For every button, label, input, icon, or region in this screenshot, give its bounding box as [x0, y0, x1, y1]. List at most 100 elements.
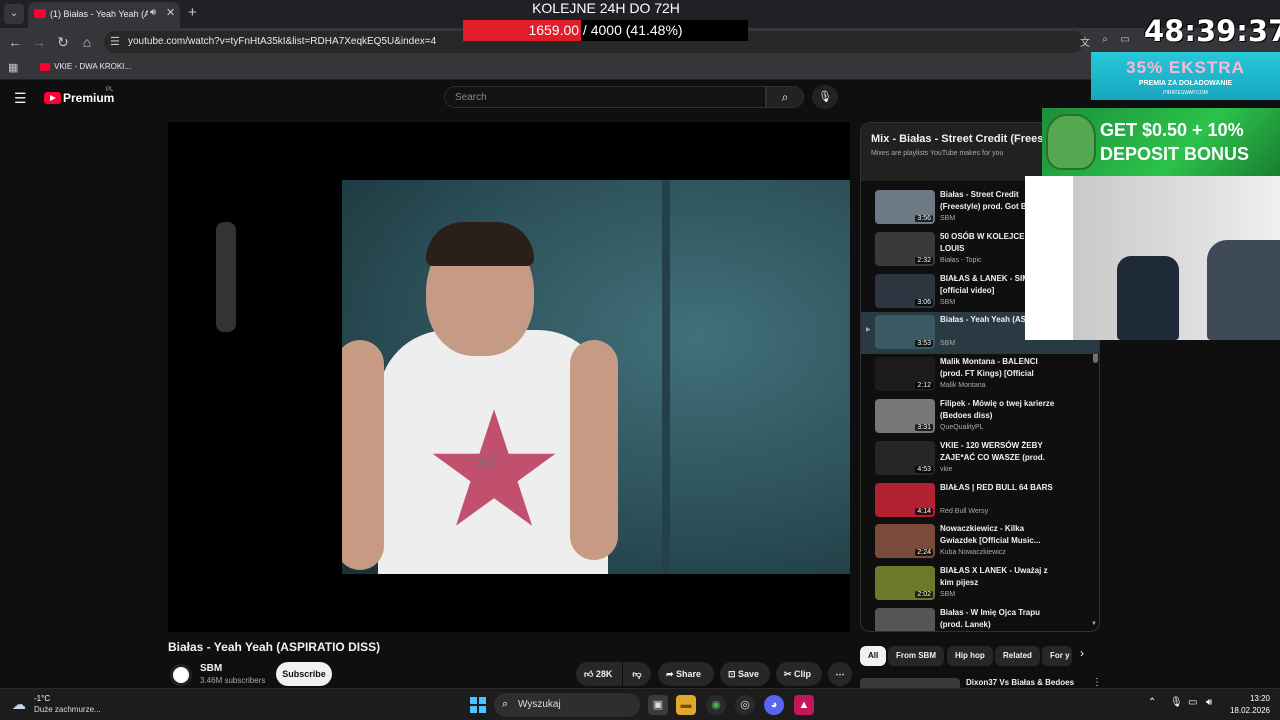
browser-tab-active[interactable]: (1) Białas - Yeah Yeah (ASPIR 🔊︎ ✕: [28, 2, 180, 28]
apps-grid-icon[interactable]: ▦: [8, 61, 18, 74]
playlist-item-thumbnail[interactable]: 2:24: [875, 524, 935, 559]
close-icon[interactable]: ✕: [166, 6, 175, 19]
tab-search-button[interactable]: ⌄: [4, 4, 24, 24]
subathon-title: KOLEJNE 24H DO 72H: [532, 0, 680, 16]
playlist-item[interactable]: 2:24 Nowaczkiewicz - Kilka Gwiazdek [Offi…: [861, 521, 1099, 563]
playlist-item-title[interactable]: BIAŁAS X LANEK - Uważaj z kim pijesz: [940, 565, 1058, 589]
shirt-logo: ST: [477, 455, 498, 472]
playlist-item-channel: Malik Montana: [940, 382, 986, 390]
menu-icon[interactable]: ☰: [14, 90, 27, 107]
taskbar-search-label: Wyszukaj: [518, 699, 561, 710]
playlist-item-title[interactable]: BIAŁAS | RED BULL 64 BARS: [940, 482, 1058, 494]
channel-avatar[interactable]: [170, 664, 192, 686]
chip-hip-hop[interactable]: Hip hop: [947, 646, 993, 666]
search-input[interactable]: Search: [444, 86, 766, 108]
youtube-logo-icon[interactable]: [44, 92, 61, 104]
playlist-item-title[interactable]: Malik Montana - BALENCI (prod. FT Kings)…: [940, 356, 1058, 380]
playlist-item-thumbnail[interactable]: 3:06: [875, 273, 935, 308]
weather-temperature[interactable]: -1°C: [34, 694, 50, 703]
video-duration: 4:53: [915, 465, 933, 473]
network-icon[interactable]: ▭: [1188, 697, 1197, 708]
subathon-progress-bar: 1659.00 / 4000 (41.48%): [463, 20, 748, 41]
microphone-icon[interactable]: 🎙︎: [1170, 697, 1183, 708]
playlist-item-title[interactable]: Filipek - Mówię o twej karierze (Bedoes …: [940, 398, 1058, 422]
search-button[interactable]: ⌕: [766, 86, 804, 108]
playlist-item-thumbnail[interactable]: 4:53: [875, 440, 935, 475]
chip-from-sbm[interactable]: From SBM: [888, 646, 944, 666]
bookmark-item[interactable]: VKIE - DWA KROKI...: [54, 62, 131, 71]
windows-start-icon[interactable]: [470, 697, 486, 713]
playlist-item-channel: SBM: [940, 215, 956, 222]
playlist-item-thumbnail[interactable]: 2:32: [875, 231, 935, 266]
playlist-item[interactable]: 2:12 Malik Montana - BALENCI (prod. FT Ki…: [861, 354, 1099, 396]
chip-all[interactable]: All: [860, 646, 887, 666]
playlist-item-channel: vkie: [940, 465, 953, 473]
cloud-icon[interactable]: ☁: [12, 696, 26, 713]
recommended-video-title[interactable]: Dixon37 Vs Białas & Bedoes: [966, 678, 1074, 687]
speaker-icon[interactable]: 🔊︎: [150, 7, 156, 18]
reload-icon[interactable]: ↻: [54, 34, 72, 51]
subscribe-button[interactable]: Subscribe: [276, 662, 332, 686]
cast-icon[interactable]: ▭: [1116, 34, 1134, 45]
site-settings-icon[interactable]: ☰: [110, 35, 120, 48]
more-vertical-icon[interactable]: ⋮: [1092, 677, 1102, 688]
volume-icon[interactable]: 🔊︎: [1206, 697, 1212, 708]
logo-country-code: PL: [106, 87, 114, 93]
chip-for-you[interactable]: For y: [1042, 646, 1072, 666]
playlist-item[interactable]: 2:43Białas - W Imię Ojca Trapu (prod. La…: [861, 605, 1099, 631]
playlist-item-thumbnail[interactable]: 2:02: [875, 566, 935, 601]
chevron-right-icon[interactable]: ›: [1080, 646, 1084, 660]
discord-icon[interactable]: ◕: [764, 695, 784, 715]
file-explorer-icon[interactable]: ▬: [676, 695, 696, 715]
dislike-button[interactable]: 👎︎: [623, 662, 651, 686]
app-icon[interactable]: ▲: [794, 695, 814, 715]
logo-text[interactable]: Premium: [63, 91, 114, 105]
playlist-item-title[interactable]: Nowaczkiewicz - Kilka Gwiazdek [Official…: [940, 523, 1058, 547]
voice-search-button[interactable]: 🎙︎: [812, 85, 838, 109]
task-view-icon[interactable]: ▣: [648, 695, 668, 715]
playlist-item-thumbnail[interactable]: 3:31: [875, 399, 935, 433]
home-icon[interactable]: ⌂: [78, 34, 96, 50]
playlist-item-thumbnail[interactable]: 2:43: [875, 608, 935, 631]
playlist-item-thumbnail[interactable]: 4:14: [875, 482, 935, 517]
playlist-item[interactable]: 3:31 Filipek - Mówię o twej karierze (Bed…: [861, 396, 1099, 438]
mascot-image: [1046, 114, 1096, 170]
playlist-item-thumbnail[interactable]: 3:53: [875, 315, 935, 350]
more-actions-button[interactable]: ⋯: [828, 662, 852, 686]
taskbar-search-input[interactable]: ⌕ Wyszukaj: [494, 693, 640, 717]
chip-related[interactable]: Related: [995, 646, 1040, 666]
playlist-item-title[interactable]: Białas - W Imię Ojca Trapu (prod. Lanek): [940, 607, 1058, 631]
playlist-item[interactable]: 4:53 VKIE - 120 WERSÓW ŻEBY ZAJE*AĆ CO WA…: [861, 438, 1099, 480]
zoom-icon[interactable]: ⌕: [1096, 34, 1114, 45]
playlist-item-title[interactable]: VKIE - 120 WERSÓW ŻEBY ZAJE*AĆ CO WASZE …: [940, 440, 1058, 464]
clock-time[interactable]: 13:20: [1240, 694, 1270, 703]
translate-icon[interactable]: 文: [1076, 34, 1094, 49]
like-button[interactable]: 👍︎ 28K: [576, 662, 622, 686]
new-tab-button[interactable]: +: [188, 4, 197, 21]
save-button[interactable]: ⊡ Save: [720, 662, 770, 686]
chevron-up-icon[interactable]: ⌃: [1148, 697, 1156, 708]
weather-description[interactable]: Duże zachmurze...: [34, 705, 101, 714]
playlist-item-channel: SBM: [940, 298, 956, 306]
video-player[interactable]: ★ ST: [168, 122, 850, 632]
countdown-timer: 48:39:37: [1144, 14, 1280, 48]
playlist-item-channel: Białas - Topic: [940, 256, 982, 264]
thumbs-up-icon: 👍︎: [584, 669, 596, 679]
playlist-item-thumbnail[interactable]: 3:56: [875, 190, 935, 224]
chrome-icon[interactable]: ◉: [706, 695, 726, 715]
clip-button[interactable]: ✂ Clip: [776, 662, 822, 686]
share-button[interactable]: ➦ Share: [658, 662, 714, 686]
playlist-item[interactable]: 2:02 BIAŁAS X LANEK - Uważaj z kim pijesz…: [861, 563, 1099, 605]
playlist-item-thumbnail[interactable]: 2:12: [875, 357, 935, 392]
channel-name[interactable]: SBM: [200, 663, 222, 674]
playlist-item-channel: Red Bull Wersy: [940, 507, 989, 515]
clock-date[interactable]: 18.02.2026: [1224, 706, 1270, 715]
playlist-title[interactable]: Mix - Białas - Street Credit (Freesty: [871, 133, 1053, 145]
playlist-item[interactable]: 4:14 BIAŁAS | RED BULL 64 BARS Red Bull We…: [861, 480, 1099, 522]
streamer-webcam: [1025, 176, 1280, 340]
video-duration: 3:53: [915, 340, 933, 348]
obs-icon[interactable]: ◎: [735, 695, 755, 715]
forward-arrow-icon[interactable]: →: [30, 34, 48, 50]
back-arrow-icon[interactable]: ←: [6, 34, 24, 50]
ad-brand: PIRATESWAP.COM: [1163, 90, 1208, 96]
